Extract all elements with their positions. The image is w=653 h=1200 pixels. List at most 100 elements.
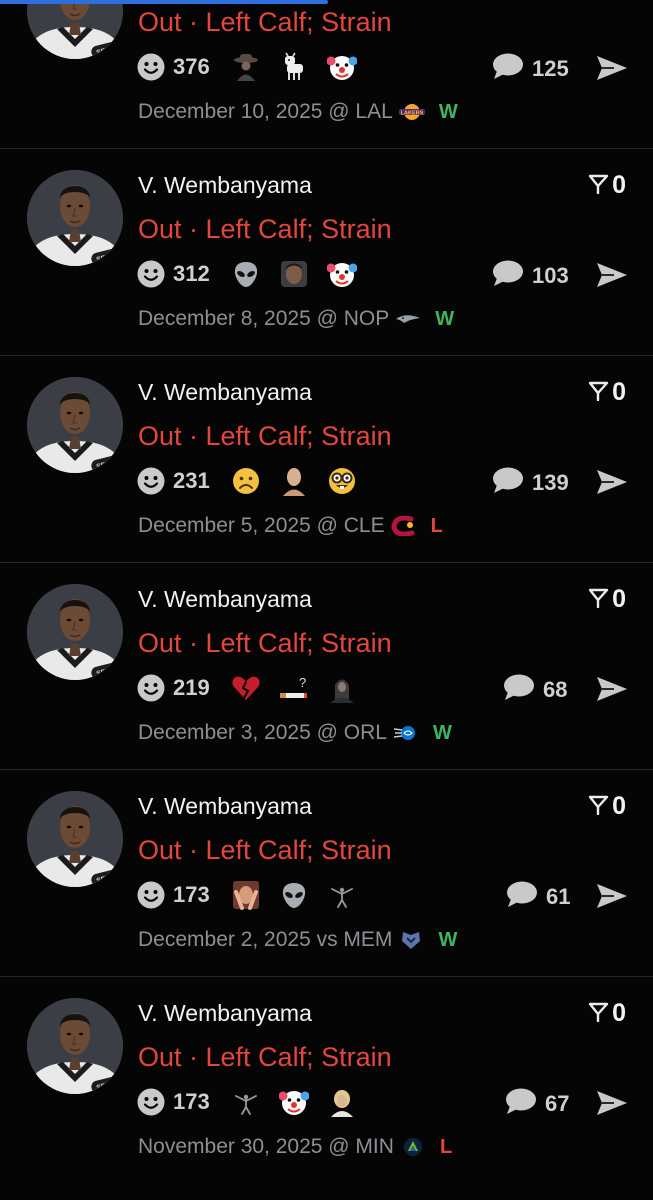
injury-feed[interactable]: SPURS Out · Left Calf; Strain 376 125 De… — [0, 0, 653, 1184]
game-result: W — [438, 928, 458, 951]
share-icon[interactable] — [596, 1090, 628, 1116]
timberwolves-logo — [400, 1137, 426, 1157]
flag-count: 0 — [612, 999, 626, 1027]
injury-status: Out · Left Calf; Strain — [138, 835, 392, 865]
comment-count: 103 — [532, 262, 569, 288]
injury-post[interactable]: SPURS V. Wembanyama Out · Left Calf; Str… — [0, 770, 653, 977]
game-info: November 30, 2025 @ MIN L — [138, 1135, 452, 1159]
smile-reaction-icon[interactable] — [137, 674, 165, 702]
bald-head-emoji — [279, 466, 309, 496]
smile-reaction-icon[interactable] — [137, 260, 165, 288]
comments-button[interactable]: 103 — [492, 259, 569, 292]
reaction-row: 231 — [137, 466, 375, 496]
injury-post[interactable]: SPURS V. Wembanyama Out · Left Calf; Str… — [0, 356, 653, 563]
flag-count: 0 — [612, 585, 626, 613]
lakers-logo: LAKERS — [398, 102, 425, 122]
game-result: W — [435, 307, 455, 330]
smile-reaction-icon[interactable] — [137, 1088, 165, 1116]
clown-emoji — [326, 52, 358, 82]
injury-post[interactable]: SPURS Out · Left Calf; Strain 376 125 De… — [0, 0, 653, 149]
player-avatar[interactable]: SPURS — [27, 170, 123, 266]
player-name[interactable]: V. Wembanyama — [138, 793, 312, 820]
reaction-row: 219 ? — [137, 673, 375, 703]
reaction-count: 231 — [173, 468, 210, 493]
comment-count: 68 — [543, 676, 568, 702]
player-avatar[interactable]: SPURS — [27, 791, 123, 887]
comment-count: 125 — [532, 55, 569, 81]
share-icon[interactable] — [596, 262, 628, 288]
comments-button[interactable]: 67 — [505, 1087, 569, 1120]
cavaliers-logo — [391, 515, 417, 537]
player-avatar[interactable]: SPURS — [27, 377, 123, 473]
flag-button[interactable]: 0 — [588, 585, 626, 614]
reaction-count: 376 — [173, 54, 210, 79]
player-avatar[interactable]: SPURS — [27, 0, 123, 59]
reaction-row: 312 — [137, 259, 375, 289]
comment-bubble-icon — [506, 880, 538, 913]
player-name[interactable]: V. Wembanyama — [138, 379, 312, 406]
comments-button[interactable]: 125 — [492, 52, 569, 85]
cowboy-emoji — [231, 52, 261, 82]
blonde-head-emoji — [327, 1087, 357, 1117]
smile-reaction-icon[interactable] — [137, 53, 165, 81]
share-icon[interactable] — [596, 883, 628, 909]
comment-bubble-icon — [492, 259, 524, 292]
comment-bubble-icon — [492, 466, 524, 499]
game-info: December 3, 2025 @ ORL W — [138, 721, 452, 745]
hooded-figure-emoji — [327, 673, 357, 703]
smile-reaction-icon[interactable] — [137, 881, 165, 909]
game-date: November 30, 2025 @ MIN — [138, 1135, 394, 1158]
face-photo-emoji — [279, 259, 309, 289]
share-icon[interactable] — [596, 469, 628, 495]
reaction-count: 173 — [173, 882, 210, 907]
comment-count: 67 — [545, 1090, 570, 1116]
reaction-count: 312 — [173, 261, 210, 286]
flag-button[interactable]: 0 — [588, 999, 626, 1028]
svg-text:LAKERS: LAKERS — [401, 111, 424, 117]
frowning-face-emoji — [231, 466, 261, 496]
cigarette-question-emoji: ? — [279, 673, 309, 703]
injury-status: Out · Left Calf; Strain — [138, 214, 392, 244]
flag-button[interactable]: 0 — [588, 792, 626, 821]
game-result: L — [430, 514, 443, 537]
player-avatar[interactable]: SPURS — [27, 584, 123, 680]
share-icon[interactable] — [596, 676, 628, 702]
reaction-row: 376 — [137, 52, 375, 82]
comment-bubble-icon — [492, 52, 524, 85]
pelicans-logo — [395, 309, 421, 329]
svg-text:?: ? — [299, 675, 306, 690]
flag-count: 0 — [612, 378, 626, 406]
game-info: December 5, 2025 @ CLE L — [138, 514, 443, 538]
game-date: December 5, 2025 @ CLE — [138, 514, 385, 537]
injury-status: Out · Left Calf; Strain — [138, 1042, 392, 1072]
reaction-count: 173 — [173, 1089, 210, 1114]
flag-icon — [588, 586, 610, 613]
alien-emoji — [279, 880, 309, 910]
injury-status: Out · Left Calf; Strain — [138, 628, 392, 658]
player-name[interactable]: V. Wembanyama — [138, 1000, 312, 1027]
comments-button[interactable]: 61 — [506, 880, 570, 913]
injury-status: Out · Left Calf; Strain — [138, 421, 392, 451]
player-name[interactable]: V. Wembanyama — [138, 172, 312, 199]
comments-button[interactable]: 139 — [492, 466, 569, 499]
comment-count: 139 — [532, 469, 569, 495]
injury-post[interactable]: SPURS V. Wembanyama Out · Left Calf; Str… — [0, 977, 653, 1184]
flag-icon — [588, 793, 610, 820]
player-avatar[interactable]: SPURS — [27, 998, 123, 1094]
injury-post[interactable]: SPURS V. Wembanyama Out · Left Calf; Str… — [0, 563, 653, 770]
reaction-row: 173 — [137, 1087, 375, 1117]
comment-bubble-icon — [503, 673, 535, 706]
flag-button[interactable]: 0 — [588, 378, 626, 407]
injury-post[interactable]: SPURS V. Wembanyama Out · Left Calf; Str… — [0, 149, 653, 356]
smile-reaction-icon[interactable] — [137, 467, 165, 495]
grizzlies-logo — [398, 930, 424, 950]
flag-icon — [588, 1000, 610, 1027]
player-name[interactable]: V. Wembanyama — [138, 586, 312, 613]
goat-emoji — [279, 52, 309, 82]
injury-status: Out · Left Calf; Strain — [138, 7, 392, 37]
flag-icon — [588, 379, 610, 406]
share-icon[interactable] — [596, 55, 628, 81]
flag-button[interactable]: 0 — [588, 171, 626, 200]
comments-button[interactable]: 68 — [503, 673, 567, 706]
game-info: December 10, 2025 @ LAL LAKERS W — [138, 100, 458, 124]
